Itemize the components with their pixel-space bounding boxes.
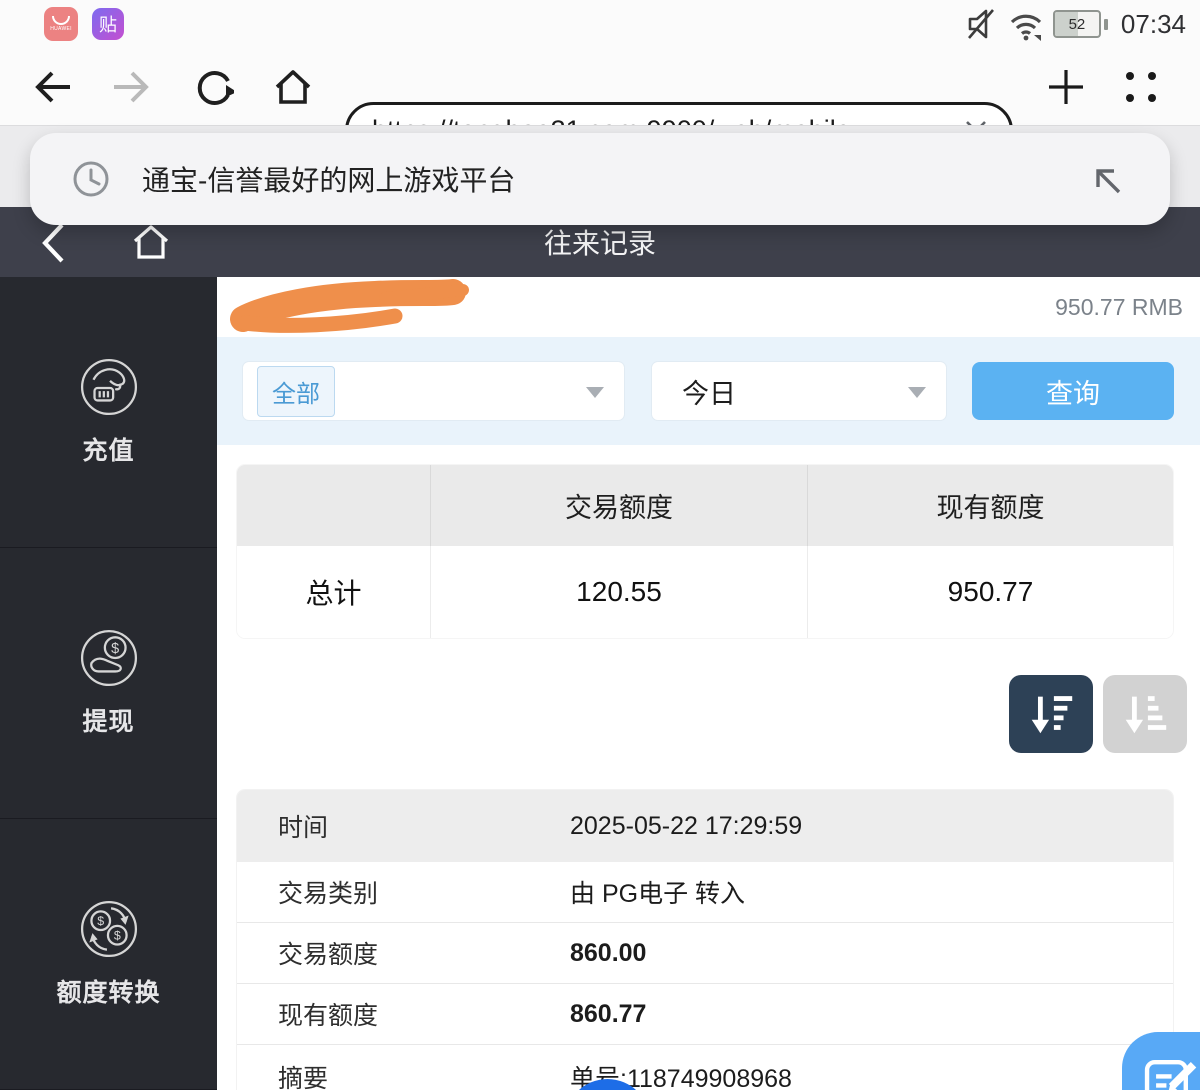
- sidebar-label: 提现: [82, 702, 134, 738]
- record-row-type: 交易类别 由 PG电子 转入: [237, 862, 1173, 923]
- transaction-record-card[interactable]: 时间 2025-05-22 17:29:59 交易类别 由 PG电子 转入 交易…: [237, 790, 1173, 1090]
- sort-ascending-button[interactable]: [1103, 675, 1187, 753]
- tabs-menu-button[interactable]: [1126, 72, 1156, 102]
- record-row-amount: 交易额度 860.00: [237, 923, 1173, 984]
- svg-text:$: $: [111, 641, 119, 657]
- redaction-scribble: [225, 279, 477, 335]
- record-row-label: 现有额度: [237, 996, 570, 1032]
- record-row-value: 单号:118749908968: [570, 1059, 1173, 1090]
- header-cell-empty: [237, 465, 430, 546]
- status-bar: HUAWEI 贴 52 07:34: [0, 0, 1200, 48]
- summary-table: 交易额度 现有额度 总计 120.55 950.77: [237, 465, 1173, 638]
- tieba-app-icon: 贴: [92, 8, 124, 40]
- chevron-down-icon: [586, 387, 604, 398]
- record-header-row: 时间 2025-05-22 17:29:59: [237, 790, 1173, 862]
- record-row-value: 860.00: [570, 939, 1173, 968]
- sidebar-label: 额度转换: [56, 973, 160, 1009]
- record-time-label: 时间: [237, 808, 570, 844]
- svg-text:$: $: [113, 928, 120, 942]
- summary-table-total-row: 总计 120.55 950.77: [237, 546, 1173, 638]
- balance-bar: 950.77 RMB: [217, 277, 1200, 337]
- header-cell-transaction: 交易额度: [430, 465, 807, 546]
- insert-arrow-icon[interactable]: [1084, 157, 1128, 201]
- huawei-label: HUAWEI: [50, 26, 72, 32]
- back-button[interactable]: [30, 65, 74, 109]
- battery-percent: 52: [1069, 16, 1086, 33]
- svg-text:$: $: [97, 914, 104, 928]
- sidebar-item-recharge[interactable]: 充值: [0, 277, 217, 548]
- header-cell-current: 现有额度: [807, 465, 1173, 546]
- type-selected-chip: 全部: [257, 366, 335, 417]
- edit-icon: [1138, 1048, 1200, 1090]
- wifi-icon: [1008, 6, 1044, 42]
- query-button[interactable]: 查询: [972, 362, 1174, 420]
- home-button[interactable]: [270, 65, 316, 109]
- record-row-summary: 摘要 单号:118749908968: [237, 1045, 1173, 1090]
- balance-amount: 950.77 RMB: [1055, 277, 1183, 337]
- chevron-left-icon: [36, 220, 70, 266]
- chevron-down-icon: [908, 387, 926, 398]
- forward-button[interactable]: [110, 65, 154, 109]
- screen: HUAWEI 贴 52 07:34: [0, 0, 1200, 1090]
- four-dots-icon: [1126, 72, 1156, 102]
- record-row-balance: 现有额度 860.77: [237, 984, 1173, 1045]
- total-current-amount: 950.77: [807, 546, 1173, 638]
- total-transaction-amount: 120.55: [430, 546, 807, 638]
- house-icon: [128, 220, 174, 264]
- sidebar-item-withdraw[interactable]: $ 提现: [0, 548, 217, 819]
- url-suggestion-row[interactable]: 通宝-信誉最好的网上游戏平台: [30, 133, 1170, 225]
- forward-arrow-icon: [110, 65, 154, 109]
- date-select[interactable]: 今日: [652, 362, 946, 420]
- sidebar-item-convert[interactable]: $ $ 额度转换: [0, 819, 217, 1090]
- status-indicators: 52 07:34: [965, 0, 1186, 48]
- notification-badges: HUAWEI 贴: [44, 7, 124, 41]
- withdraw-icon: $: [79, 628, 139, 688]
- sort-descending-button[interactable]: [1009, 675, 1093, 753]
- new-tab-button[interactable]: [1046, 67, 1086, 107]
- date-selected-value: 今日: [682, 372, 736, 411]
- refresh-icon: [190, 65, 234, 109]
- page-home-button[interactable]: [128, 220, 174, 269]
- back-arrow-icon: [30, 65, 74, 109]
- page-back-button[interactable]: [36, 220, 70, 271]
- browser-toolbar: https://tongbao31.com:9900/web/mobile: [0, 48, 1200, 125]
- record-row-label: 摘要: [237, 1059, 570, 1090]
- huawei-app-icon: HUAWEI: [44, 7, 78, 41]
- summary-table-header: 交易额度 现有额度: [237, 465, 1173, 546]
- type-select[interactable]: 全部: [243, 362, 624, 420]
- record-time-value: 2025-05-22 17:29:59: [570, 812, 1173, 841]
- home-icon: [270, 65, 316, 109]
- record-row-label: 交易额度: [237, 935, 570, 971]
- main-content: 950.77 RMB 全部 今日 查询 交易额度 现有额度 总计 120.55: [217, 277, 1200, 1090]
- sort-desc-icon: [1024, 689, 1078, 739]
- filter-bar: 全部 今日 查询: [217, 337, 1200, 445]
- battery-nub: [1104, 19, 1108, 30]
- sort-asc-icon: [1118, 689, 1172, 739]
- sidebar: 充值 $ 提现: [0, 277, 217, 1090]
- record-row-value: 由 PG电子 转入: [570, 874, 1173, 910]
- recharge-icon: [79, 357, 139, 417]
- compose-fab-button[interactable]: [1122, 1032, 1200, 1090]
- convert-icon: $ $: [79, 899, 139, 959]
- suggestion-text: 通宝-信誉最好的网上游戏平台: [142, 159, 1084, 199]
- status-time: 07:34: [1121, 9, 1186, 40]
- record-row-label: 交易类别: [237, 874, 570, 910]
- refresh-button[interactable]: [190, 65, 234, 109]
- battery-icon: 52: [1053, 10, 1101, 38]
- plus-icon: [1046, 67, 1086, 107]
- mute-icon: [965, 5, 999, 43]
- history-clock-icon: [68, 156, 114, 202]
- smile-glyph: [52, 16, 70, 25]
- total-label: 总计: [237, 546, 430, 638]
- record-row-value: 860.77: [570, 1000, 1173, 1029]
- sidebar-label: 充值: [82, 431, 134, 467]
